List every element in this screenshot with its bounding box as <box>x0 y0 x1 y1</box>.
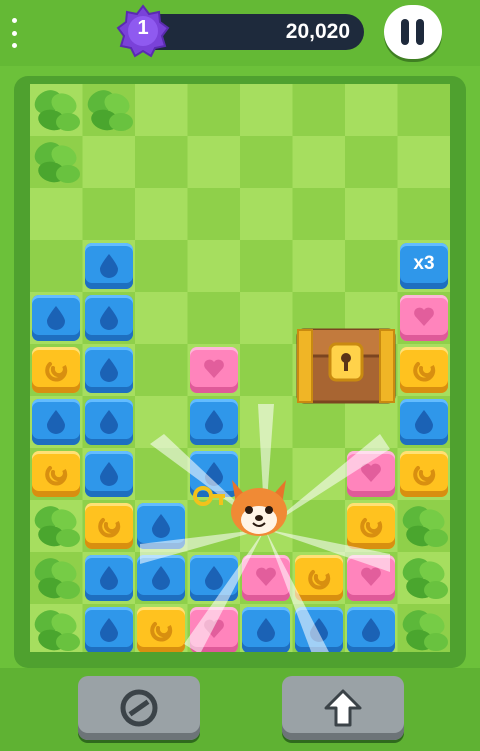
heart-icon <box>361 463 381 482</box>
multiplier-tile[interactable]: x3 <box>400 243 448 289</box>
pink-tile[interactable] <box>190 607 238 652</box>
yellow-tile[interactable] <box>400 347 448 393</box>
water-drop-icon <box>152 566 170 590</box>
blue-tile[interactable] <box>242 607 290 652</box>
swirl-icon <box>98 518 121 538</box>
blue-tile[interactable] <box>85 451 133 497</box>
blue-tile[interactable] <box>400 399 448 445</box>
swirl-icon <box>413 362 436 382</box>
level-number: 1 <box>137 17 149 39</box>
blue-tile[interactable] <box>347 607 395 652</box>
heart-icon <box>361 567 381 586</box>
water-drop-icon <box>100 566 118 590</box>
level-badge: 1 <box>116 4 170 58</box>
blue-tile[interactable] <box>295 607 343 652</box>
blue-tile[interactable] <box>85 399 133 445</box>
water-drop-icon <box>362 618 380 642</box>
water-drop-icon <box>100 618 118 642</box>
leaf-bush-icon <box>30 84 82 136</box>
blue-tile[interactable] <box>85 607 133 652</box>
blue-tile[interactable] <box>190 555 238 601</box>
block-tool-button[interactable] <box>78 676 200 740</box>
leaf-bush-icon <box>83 84 135 136</box>
pause-icon <box>401 19 409 45</box>
water-drop-icon <box>100 358 118 382</box>
top-bar: 20,020 1 <box>0 0 480 66</box>
swirl-icon <box>308 570 331 590</box>
swirl-icon <box>360 518 383 538</box>
water-drop-icon <box>415 410 433 434</box>
heart-icon <box>414 307 434 326</box>
yellow-tile[interactable] <box>295 555 343 601</box>
push-up-button[interactable] <box>282 676 404 740</box>
leaf-bush-icon <box>398 604 450 652</box>
pink-tile[interactable] <box>347 555 395 601</box>
blue-tile[interactable] <box>85 555 133 601</box>
heart-icon <box>204 619 224 638</box>
blue-tile[interactable] <box>32 295 80 341</box>
chest-icon <box>296 328 396 404</box>
heart-icon <box>256 567 276 586</box>
leaf-bush-icon <box>30 604 82 652</box>
key-item <box>192 484 226 514</box>
water-drop-icon <box>310 618 328 642</box>
water-drop-icon <box>100 410 118 434</box>
swirl-icon <box>45 466 68 486</box>
blue-tile[interactable] <box>85 295 133 341</box>
water-drop-icon <box>257 618 275 642</box>
water-drop-icon <box>100 306 118 330</box>
pink-tile[interactable] <box>242 555 290 601</box>
game-board: x3 <box>30 84 450 652</box>
heart-icon <box>204 359 224 378</box>
swirl-icon <box>45 362 68 382</box>
blue-tile[interactable] <box>137 503 185 549</box>
fox-character <box>224 474 294 540</box>
multiplier-label: x3 <box>413 253 435 274</box>
pink-tile[interactable] <box>400 295 448 341</box>
swirl-icon <box>413 466 436 486</box>
bottom-bar <box>0 668 480 751</box>
menu-dots-icon[interactable] <box>6 18 22 48</box>
key-icon <box>193 486 225 506</box>
water-drop-icon <box>152 514 170 538</box>
leaf-bush-icon <box>30 136 82 188</box>
treasure-chest[interactable] <box>294 324 398 406</box>
pause-button[interactable] <box>384 5 442 59</box>
blue-tile[interactable] <box>85 243 133 289</box>
yellow-tile[interactable] <box>32 451 80 497</box>
leaf-bush-icon <box>398 500 450 552</box>
water-drop-icon <box>100 462 118 486</box>
leaf-bush-icon <box>398 552 450 604</box>
blue-tile[interactable] <box>137 555 185 601</box>
yellow-tile[interactable] <box>137 607 185 652</box>
yellow-tile[interactable] <box>400 451 448 497</box>
water-drop-icon <box>47 306 65 330</box>
up-arrow-icon <box>324 689 362 727</box>
water-drop-icon <box>205 462 223 486</box>
yellow-tile[interactable] <box>85 503 133 549</box>
swirl-icon <box>150 622 173 642</box>
pink-tile[interactable] <box>347 451 395 497</box>
yellow-tile[interactable] <box>347 503 395 549</box>
fox-icon <box>231 480 287 536</box>
blue-tile[interactable] <box>85 347 133 393</box>
water-drop-icon <box>205 566 223 590</box>
blue-tile[interactable] <box>190 399 238 445</box>
pink-tile[interactable] <box>190 347 238 393</box>
water-drop-icon <box>100 254 118 278</box>
block-icon <box>120 689 158 727</box>
blue-tile[interactable] <box>32 399 80 445</box>
score-value: 20,020 <box>285 20 350 43</box>
yellow-tile[interactable] <box>32 347 80 393</box>
leaf-bush-icon <box>30 500 82 552</box>
leaf-bush-icon <box>30 552 82 604</box>
water-drop-icon <box>47 410 65 434</box>
water-drop-icon <box>205 410 223 434</box>
